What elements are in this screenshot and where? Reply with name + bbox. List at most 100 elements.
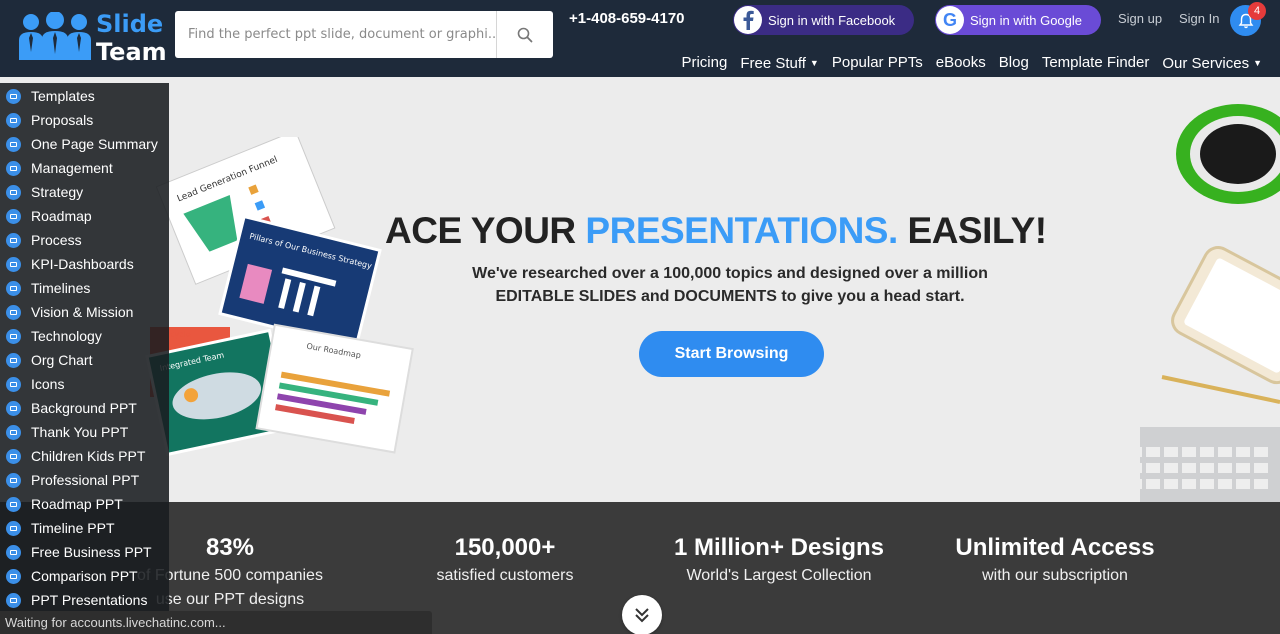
headline-part2: PRESENTATIONS.: [585, 210, 898, 251]
sidebar-item-ppt-presentations[interactable]: PPT Presentations: [0, 588, 169, 612]
sidebar-item-management[interactable]: Management: [0, 156, 169, 180]
search-button[interactable]: [496, 11, 553, 58]
facebook-signin-button[interactable]: Sign in with Facebook: [733, 5, 914, 35]
sidebar-item-label: Templates: [31, 88, 95, 104]
search-input[interactable]: [175, 11, 496, 58]
start-browsing-button[interactable]: Start Browsing: [639, 331, 824, 377]
management-icon: [6, 160, 21, 176]
nav-label: Template Finder: [1041, 54, 1150, 71]
phone-number[interactable]: +1-408-659-4170: [569, 9, 685, 29]
nav-label: Blog: [998, 54, 1029, 71]
sidebar-item-label: Children Kids PPT: [31, 448, 146, 464]
slide-thumbnails-collage: Lead Generation Funnel cycle Pillars of …: [145, 137, 414, 457]
thank-you-ppt-icon: [6, 424, 21, 440]
children-kids-ppt-icon: [6, 448, 21, 464]
nav-template-finder[interactable]: Template Finder: [1042, 53, 1150, 74]
caret-down-icon: ▼: [809, 58, 819, 68]
stat-caption: World's Largest Collection: [686, 567, 872, 584]
stat-caption: with our subscription: [982, 567, 1128, 584]
kpi-dashboards-icon: [6, 256, 21, 272]
comparison-ppt-icon: [6, 568, 21, 584]
process-icon: [6, 232, 21, 248]
logo-text-team: Team: [96, 38, 167, 66]
scroll-down-button[interactable]: [622, 595, 662, 634]
sidebar-item-timelines[interactable]: Timelines: [0, 276, 169, 300]
sidebar-item-process[interactable]: Process: [0, 228, 169, 252]
strategy-icon: [6, 184, 21, 200]
thumb-title: cycle: [170, 330, 191, 339]
signup-link[interactable]: Sign up: [1118, 11, 1162, 26]
sidebar-item-label: Proposals: [31, 112, 94, 128]
nav-ebooks[interactable]: eBooks: [936, 53, 986, 74]
nav-popular-ppts[interactable]: Popular PPTs: [832, 53, 923, 74]
signin-link[interactable]: Sign In: [1179, 11, 1219, 26]
notifications-button[interactable]: 4: [1230, 2, 1266, 36]
hero-subtitle-line1: We've researched over a 100,000 topics a…: [472, 265, 988, 282]
sidebar-item-children-kids-ppt[interactable]: Children Kids PPT: [0, 444, 169, 468]
sidebar-item-label: Roadmap PPT: [31, 496, 123, 512]
timeline-ppt-icon: [6, 520, 21, 536]
sidebar-item-kpi-dashboards[interactable]: KPI-Dashboards: [0, 252, 169, 276]
hero-headline: ACE YOUR PRESENTATIONS. EASILY!: [385, 210, 1047, 252]
sidebar-item-roadmap-ppt[interactable]: Roadmap PPT: [0, 492, 169, 516]
sidebar-item-thank-you-ppt[interactable]: Thank You PPT: [0, 420, 169, 444]
double-chevron-down-icon: [635, 608, 649, 623]
sidebar-item-label: Process: [31, 232, 82, 248]
sidebar-item-label: Strategy: [31, 184, 84, 200]
sidebar-item-technology[interactable]: Technology: [0, 324, 169, 348]
category-sidebar: Templates Proposals One Page Summary Man…: [0, 83, 169, 612]
sidebar-item-label: Thank You PPT: [31, 424, 129, 440]
nav-free-stuff[interactable]: Free Stuff ▼: [740, 53, 819, 74]
site-header: Slide Team +1-408-659-4170 Sign in with …: [0, 0, 1280, 77]
stat-customers: 150,000+ satisfied customers: [405, 532, 605, 588]
sidebar-item-roadmap[interactable]: Roadmap: [0, 204, 169, 228]
professional-ppt-icon: [6, 472, 21, 488]
sidebar-item-org-chart[interactable]: Org Chart: [0, 348, 169, 372]
stat-value: 1 Million+ Designs: [673, 534, 885, 561]
technology-icon: [6, 328, 21, 344]
sidebar-item-label: Background PPT: [31, 400, 137, 416]
sidebar-item-label: Icons: [31, 376, 65, 392]
sidebar-item-strategy[interactable]: Strategy: [0, 180, 169, 204]
slideteam-logo[interactable]: Slide Team: [18, 10, 167, 66]
google-signin-button[interactable]: G Sign in with Google: [935, 5, 1101, 35]
google-icon: G: [936, 6, 964, 34]
sidebar-item-vision-mission[interactable]: Vision & Mission: [0, 300, 169, 324]
sidebar-item-timeline-ppt[interactable]: Timeline PPT: [0, 516, 169, 540]
sidebar-item-one-page-summary[interactable]: One Page Summary: [0, 132, 169, 156]
org-chart-icon: [6, 352, 21, 368]
sidebar-item-professional-ppt[interactable]: Professional PPT: [0, 468, 169, 492]
sidebar-item-background-ppt[interactable]: Background PPT: [0, 396, 169, 420]
nav-label: Popular PPTs: [831, 54, 923, 71]
sidebar-item-label: Roadmap: [31, 208, 92, 224]
sidebar-item-proposals[interactable]: Proposals: [0, 108, 169, 132]
headline-part3: EASILY!: [897, 210, 1048, 251]
sidebar-item-comparison-ppt[interactable]: Comparison PPT: [0, 564, 169, 588]
nav-label: Free Stuff: [740, 55, 806, 72]
notification-badge: 4: [1248, 2, 1266, 20]
sidebar-item-icons[interactable]: Icons: [0, 372, 169, 396]
sidebar-item-label: Vision & Mission: [31, 304, 134, 320]
sidebar-item-label: Free Business PPT: [31, 544, 152, 560]
nav-our-services[interactable]: Our Services ▼: [1162, 53, 1262, 74]
sidebar-item-label: Org Chart: [31, 352, 93, 368]
hero-banner: Lead Generation Funnel cycle Pillars of …: [0, 77, 1280, 502]
search-icon: [517, 27, 533, 42]
nav-label: Our Services: [1162, 55, 1250, 72]
background-ppt-icon: [6, 400, 21, 416]
browser-status-bar: Waiting for accounts.livechatinc.com...: [0, 611, 432, 634]
stat-unlimited-access: Unlimited Access with our subscription: [940, 532, 1170, 588]
stat-value: Unlimited Access: [955, 534, 1155, 561]
sidebar-item-free-business-ppt[interactable]: Free Business PPT: [0, 540, 169, 564]
stat-designs: 1 Million+ Designs World's Largest Colle…: [659, 532, 899, 588]
sidebar-item-templates[interactable]: Templates: [0, 84, 169, 108]
main-nav: Pricing Free Stuff ▼ Popular PPTs eBooks …: [681, 53, 1262, 74]
people-logo-icon: [19, 12, 91, 60]
hero-subtitle-line2: EDITABLE SLIDES and DOCUMENTS to give yo…: [495, 288, 965, 305]
nav-pricing[interactable]: Pricing: [681, 53, 727, 74]
nav-blog[interactable]: Blog: [999, 53, 1029, 74]
facebook-signin-label: Sign in with Facebook: [768, 12, 896, 28]
sidebar-item-label: Technology: [31, 328, 102, 344]
sidebar-item-label: Management: [31, 160, 113, 176]
desk-decoration: [1140, 104, 1280, 502]
